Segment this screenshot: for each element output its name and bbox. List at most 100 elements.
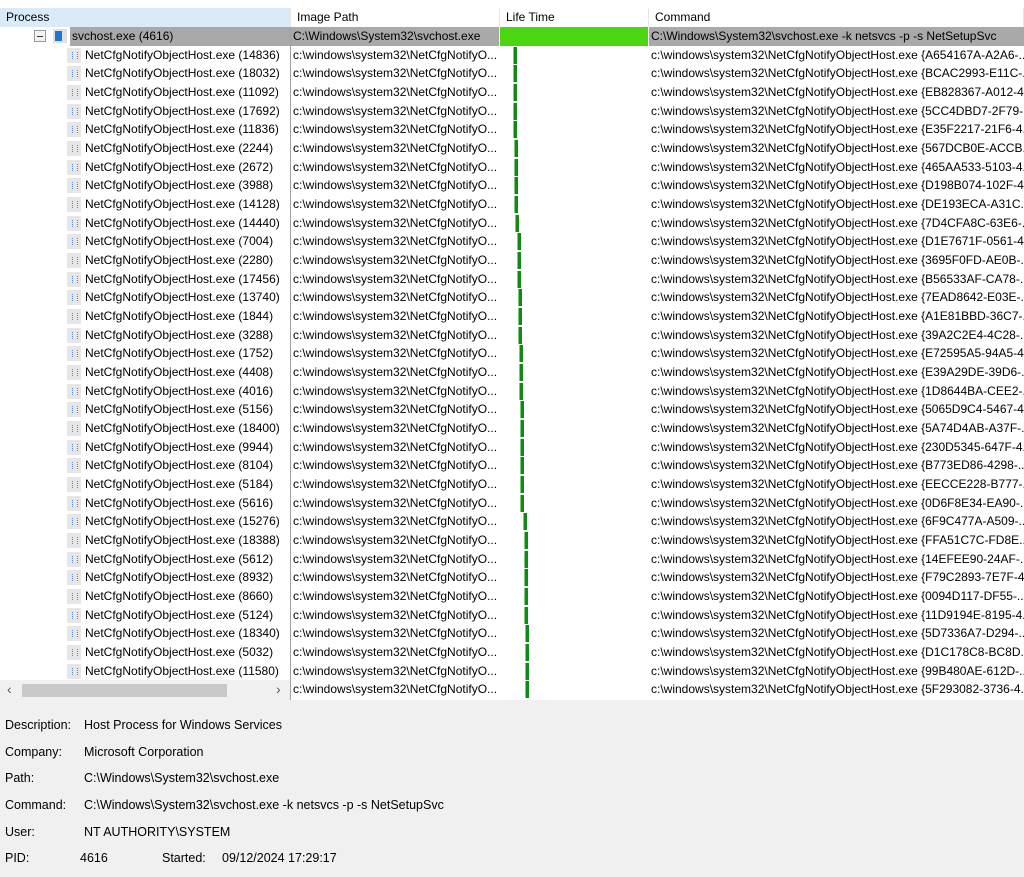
process-icon [67, 327, 81, 343]
column-header-image-path[interactable]: Image Path [291, 8, 500, 27]
life-time-cell [500, 214, 648, 233]
process-icon [67, 533, 81, 549]
process-row[interactable]: NetCfgNotifyObjectHost.exe (14128) c:\win… [0, 195, 1024, 214]
column-header-command[interactable]: Command [649, 8, 1024, 27]
column-header-life-time[interactable]: Life Time [500, 8, 649, 27]
life-time-bar [518, 364, 523, 382]
process-row[interactable]: NetCfgNotifyObjectHost.exe (5124) c:\wind… [0, 606, 1024, 625]
process-row[interactable]: NetCfgNotifyObjectHost.exe (18032) c:\win… [0, 64, 1024, 83]
process-name: NetCfgNotifyObjectHost.exe (2280) [85, 253, 274, 268]
command: c:\windows\system32\NetCfgNotifyObjectHo… [651, 439, 1024, 454]
process-row[interactable]: NetCfgNotifyObjectHost.exe (17456) c:\win… [0, 270, 1024, 289]
description-value: Host Process for Windows Services [84, 718, 282, 732]
life-time-bar [513, 102, 518, 120]
horizontal-scrollbar[interactable]: ‹ › [0, 680, 290, 700]
process-row[interactable]: NetCfgNotifyObjectHost.exe (15276) c:\win… [0, 512, 1024, 531]
process-icon [67, 514, 81, 530]
process-row[interactable]: NetCfgNotifyObjectHost.exe (17692) c:\win… [0, 102, 1024, 121]
process-row[interactable]: NetCfgNotifyObjectHost.exe (11580) c:\win… [0, 662, 1024, 681]
process-row[interactable]: NetCfgNotifyObjectHost.exe (5616) c:\wind… [0, 494, 1024, 513]
process-name: NetCfgNotifyObjectHost.exe (4016) [85, 383, 274, 398]
collapse-icon[interactable] [34, 30, 46, 42]
process-row[interactable]: NetCfgNotifyObjectHost.exe (5156) c:\wind… [0, 400, 1024, 419]
process-row[interactable]: NetCfgNotifyObjectHost.exe (7004) c:\wind… [0, 232, 1024, 251]
process-row[interactable]: NetCfgNotifyObjectHost.exe (18400) c:\win… [0, 419, 1024, 438]
process-row[interactable]: NetCfgNotifyObjectHost.exe (13740) c:\win… [0, 288, 1024, 307]
image-path: c:\windows\system32\NetCfgNotifyO... [293, 47, 498, 62]
command: c:\windows\system32\NetCfgNotifyObjectHo… [651, 663, 1024, 678]
process-name: NetCfgNotifyObjectHost.exe (4408) [85, 365, 274, 380]
pid-value: 4616 [80, 851, 108, 865]
process-name: NetCfgNotifyObjectHost.exe (2244) [85, 141, 274, 156]
image-path: c:\windows\system32\NetCfgNotifyO... [293, 141, 498, 156]
process-icon [67, 626, 81, 642]
process-row[interactable]: NetCfgNotifyObjectHost.exe (5612) c:\wind… [0, 550, 1024, 569]
life-time-bar [522, 513, 527, 531]
process-row[interactable]: NetCfgNotifyObjectHost.exe (1844) c:\wind… [0, 307, 1024, 326]
life-time-bar [500, 27, 648, 46]
life-time-cell [500, 27, 648, 46]
scroll-right-icon[interactable]: › [276, 681, 281, 697]
process-row[interactable]: NetCfgNotifyObjectHost.exe (18388) c:\win… [0, 531, 1024, 550]
process-icon [67, 551, 81, 567]
life-time-cell [500, 512, 648, 531]
process-row[interactable]: NetCfgNotifyObjectHost.exe (18340) c:\win… [0, 624, 1024, 643]
image-path: c:\windows\system32\NetCfgNotifyO... [293, 589, 498, 604]
image-path: c:\windows\system32\NetCfgNotifyO... [293, 85, 498, 99]
process-icon [67, 215, 81, 231]
life-time-cell [500, 64, 648, 83]
process-row[interactable]: NetCfgNotifyObjectHost.exe (1752) c:\wind… [0, 344, 1024, 363]
command: c:\windows\system32\NetCfgNotifyObjectHo… [651, 85, 1024, 99]
image-path: c:\windows\system32\NetCfgNotifyO... [293, 607, 498, 622]
scrollbar-thumb[interactable] [22, 684, 227, 697]
image-path: c:\windows\system32\NetCfgNotifyO... [293, 309, 498, 324]
process-row[interactable]: NetCfgNotifyObjectHost.exe (5032) c:\wind… [0, 643, 1024, 662]
life-time-cell [500, 550, 648, 569]
life-time-bar [518, 345, 523, 363]
process-name: NetCfgNotifyObjectHost.exe (11836) [85, 122, 279, 137]
process-name: NetCfgNotifyObjectHost.exe (5616) [85, 495, 274, 510]
process-name: NetCfgNotifyObjectHost.exe (5612) [85, 551, 274, 566]
life-time-cell [500, 438, 648, 457]
process-row[interactable]: NetCfgNotifyObjectHost.exe (4016) c:\wind… [0, 382, 1024, 401]
command: c:\windows\system32\NetCfgNotifyObjectHo… [651, 178, 1024, 193]
process-row[interactable]: NetCfgNotifyObjectHost.exe (14836) c:\win… [0, 46, 1024, 65]
command: c:\windows\system32\NetCfgNotifyObjectHo… [651, 551, 1024, 566]
life-time-bar [525, 681, 530, 699]
image-path: c:\windows\system32\NetCfgNotifyO... [293, 253, 498, 268]
process-row[interactable]: NetCfgNotifyObjectHost.exe (4408) c:\wind… [0, 363, 1024, 382]
process-row[interactable]: NetCfgNotifyObjectHost.exe (5184) c:\wind… [0, 475, 1024, 494]
process-row[interactable]: NetCfgNotifyObjectHost.exe (3288) c:\wind… [0, 326, 1024, 345]
life-time-cell [500, 344, 648, 363]
process-row[interactable]: NetCfgNotifyObjectHost.exe (2244) c:\wind… [0, 139, 1024, 158]
life-time-bar [514, 214, 519, 232]
process-row[interactable]: NetCfgNotifyObjectHost.exe (8932) c:\wind… [0, 568, 1024, 587]
process-row[interactable]: NetCfgNotifyObjectHost.exe (2280) c:\wind… [0, 251, 1024, 270]
process-row[interactable]: NetCfgNotifyObjectHost.exe (2672) c:\wind… [0, 158, 1024, 177]
process-row[interactable]: NetCfgNotifyObjectHost.exe (8660) c:\wind… [0, 587, 1024, 606]
life-time-bar [519, 420, 524, 438]
process-row[interactable]: NetCfgNotifyObjectHost.exe (11092) c:\win… [0, 83, 1024, 102]
life-time-bar [523, 532, 528, 550]
process-icon [67, 290, 81, 306]
process-row[interactable]: NetCfgNotifyObjectHost.exe (14440) c:\win… [0, 214, 1024, 233]
process-name: NetCfgNotifyObjectHost.exe (8932) [85, 570, 274, 585]
command: c:\windows\system32\NetCfgNotifyObjectHo… [651, 234, 1024, 249]
column-header-process[interactable]: Process [0, 8, 291, 27]
process-name: NetCfgNotifyObjectHost.exe (18388) [85, 533, 280, 548]
process-icon [67, 383, 81, 399]
image-path: c:\windows\system32\NetCfgNotifyO... [293, 533, 498, 548]
life-time-bar [514, 158, 519, 176]
process-row[interactable]: NetCfgNotifyObjectHost.exe (3988) c:\wind… [0, 176, 1024, 195]
process-row[interactable]: NetCfgNotifyObjectHost.exe (9944) c:\wind… [0, 438, 1024, 457]
command: c:\windows\system32\NetCfgNotifyObjectHo… [651, 122, 1024, 137]
life-time-bar [518, 326, 523, 344]
process-name: NetCfgNotifyObjectHost.exe (15276) [85, 514, 280, 529]
life-time-bar [517, 252, 522, 270]
life-time-cell [500, 83, 648, 102]
process-row[interactable]: NetCfgNotifyObjectHost.exe (8104) c:\wind… [0, 456, 1024, 475]
scroll-left-icon[interactable]: ‹ [7, 681, 12, 697]
command: c:\windows\system32\NetCfgNotifyObjectHo… [651, 645, 1024, 660]
process-row-parent[interactable]: svchost.exe (4616) C:\Windows\System32\s… [0, 27, 1024, 46]
process-row[interactable]: NetCfgNotifyObjectHost.exe (11836) c:\win… [0, 120, 1024, 139]
